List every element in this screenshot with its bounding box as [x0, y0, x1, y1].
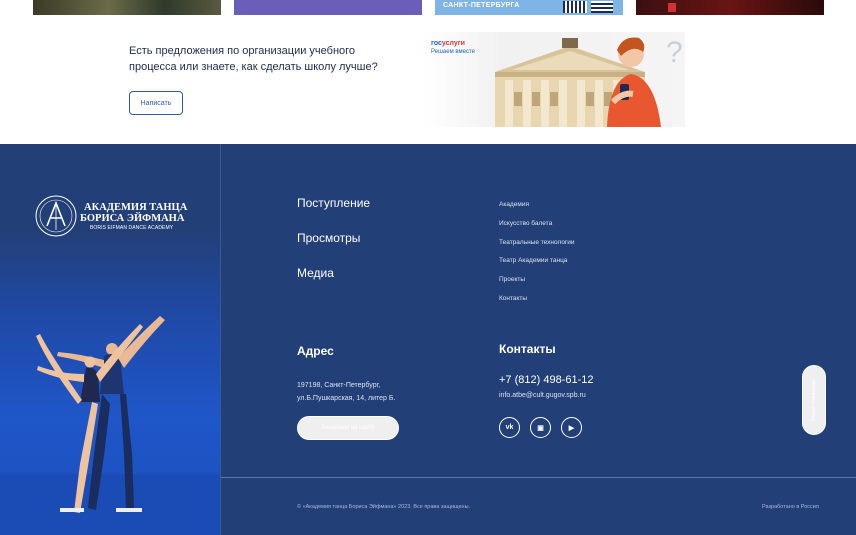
- address-title: Адрес: [297, 344, 334, 358]
- vk-icon[interactable]: vk: [499, 417, 520, 438]
- nav-link-academy[interactable]: Академия: [499, 201, 575, 220]
- email-link[interactable]: info.atbe@cult.gugov.spb.ru: [499, 392, 586, 399]
- footer-sub-nav: Академия Искусство балета Театральные те…: [499, 201, 575, 314]
- news-card-image-3[interactable]: САНКТ-ПЕТЕРБУРГА: [435, 0, 623, 15]
- scroll-to-top-button[interactable]: Вверх страницы: [802, 365, 826, 435]
- news-card-image-4[interactable]: [636, 0, 824, 15]
- qr-code-icon: [591, 1, 613, 13]
- copyright-text: © «Академия танца Бориса Эйфмана» 2023. …: [297, 504, 471, 510]
- site-footer: АКАДЕМИЯ ТАНЦА БОРИСА ЭЙФМАНА BORIS EIFM…: [0, 144, 856, 535]
- badge-icon: [668, 3, 676, 12]
- nav-link-views[interactable]: Просмотры: [297, 231, 370, 266]
- news-card-caption: САНКТ-ПЕТЕРБУРГА: [443, 2, 520, 9]
- address-line2: ул.Б.Пушкарская, 14, литер Б.: [297, 395, 396, 402]
- academy-emblem-icon: [35, 195, 77, 237]
- brand-name-line2: БОРИСА ЭЙФМАНА: [80, 213, 185, 224]
- footer-horizontal-divider: [221, 477, 856, 478]
- nav-link-theatre-tech[interactable]: Театральные технологии: [499, 239, 575, 258]
- youtube-icon[interactable]: ▶: [561, 417, 582, 438]
- nav-link-contacts[interactable]: Контакты: [499, 295, 575, 314]
- nav-link-admission[interactable]: Поступление: [297, 196, 370, 231]
- rutube-icon[interactable]: ▣: [530, 417, 551, 438]
- gosuslugi-banner[interactable]: госуслуги Решаем вместе ?: [423, 32, 685, 127]
- ballet-dancers-image: [0, 316, 220, 535]
- address-text: 197198, Санкт-Петербург, ул.Б.Пушкарская…: [297, 379, 395, 405]
- scroll-to-top-label: Вверх страницы: [811, 379, 817, 421]
- news-card-image-1[interactable]: [33, 0, 221, 15]
- nav-link-projects[interactable]: Проекты: [499, 276, 575, 295]
- nav-link-media[interactable]: Медиа: [297, 266, 370, 301]
- contacts-title: Контакты: [499, 342, 556, 356]
- brand-name-line1: АКАДЕМИЯ ТАНЦА: [84, 202, 188, 213]
- svg-text:?: ?: [666, 36, 683, 69]
- brand-name-line3: BORIS EIFMAN DANCE ACADEMY: [90, 225, 174, 231]
- proposal-text: Есть предложения по организации учебного…: [129, 45, 378, 73]
- social-links: vk ▣ ▶: [499, 417, 582, 438]
- academy-on-map-button[interactable]: Академия на карте: [297, 416, 399, 440]
- footer-brand-panel: АКАДЕМИЯ ТАНЦА БОРИСА ЭЙФМАНА BORIS EIFM…: [0, 144, 220, 535]
- theatre-illustration: ?: [495, 36, 683, 127]
- news-card-image-2[interactable]: [234, 0, 422, 15]
- nav-link-ballet-art[interactable]: Искусство балета: [499, 220, 575, 239]
- proposal-section: Есть предложения по организации учебного…: [0, 16, 856, 144]
- address-line1: 197198, Санкт-Петербург,: [297, 382, 381, 389]
- footer-main-nav: Поступление Просмотры Медиа: [297, 196, 370, 301]
- made-in-russia-text[interactable]: Разработано в Россия: [762, 504, 819, 510]
- nav-link-academy-theatre[interactable]: Театр Академии танца: [499, 257, 575, 276]
- write-button[interactable]: Написать: [129, 91, 183, 115]
- phone-link[interactable]: +7 (812) 498-61-12: [499, 374, 593, 386]
- top-banner-strip: САНКТ-ПЕТЕРБУРГА: [0, 0, 856, 16]
- qr-code-icon: [563, 1, 587, 13]
